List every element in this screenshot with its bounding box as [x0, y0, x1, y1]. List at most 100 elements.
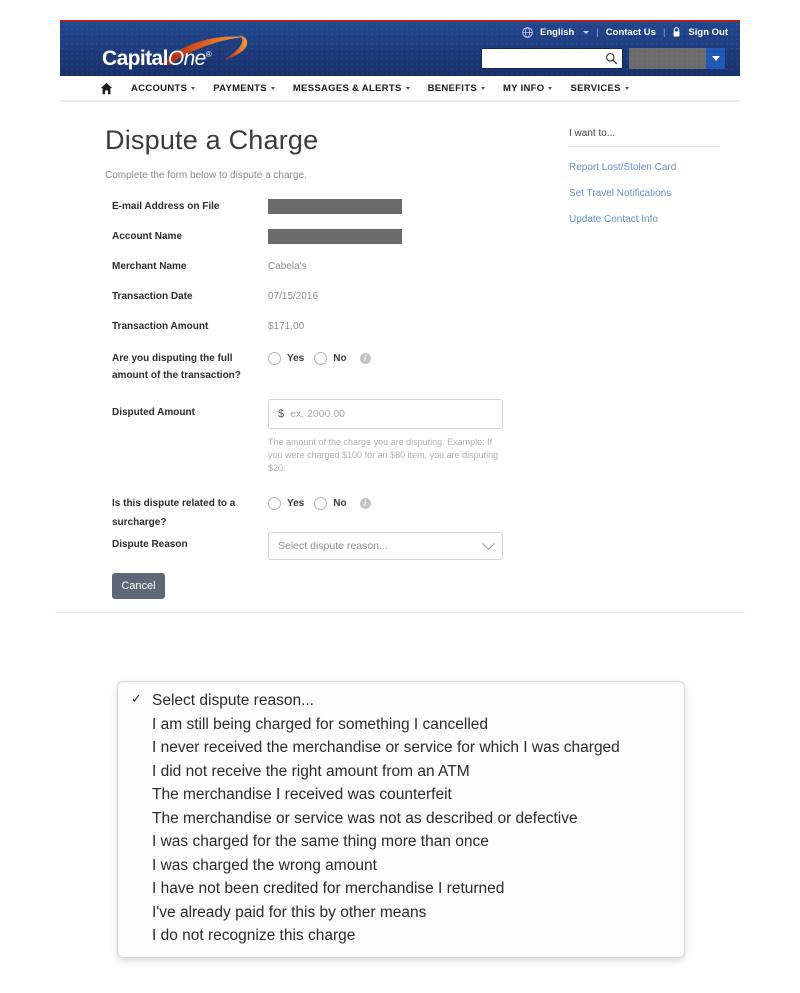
search-box[interactable] [481, 48, 623, 69]
chevron-down-icon [548, 86, 553, 90]
nav-item-label: MESSAGES & ALERTS [292, 82, 402, 94]
lock-icon [673, 27, 680, 37]
disputed-amount-help-text: The amount of the charge you are disputi… [268, 437, 499, 474]
search-icon[interactable] [605, 52, 618, 65]
surcharge-radio-yes[interactable] [268, 497, 281, 510]
dropdown-option-label: I never received the merchandise or serv… [152, 739, 620, 757]
transaction-date-value: 07/15/2016 [268, 291, 319, 302]
full-amount-yes-label: Yes [287, 353, 305, 364]
disputed-amount-input[interactable] [288, 407, 493, 421]
dropdown-option-label: Select dispute reason... [152, 692, 314, 709]
dropdown-option-4[interactable]: The merchandise I received was counterfe… [118, 783, 684, 807]
nav-item-label: MY INFO [502, 82, 545, 94]
dropdown-option-5[interactable]: The merchandise or service was not as de… [118, 807, 684, 831]
dropdown-option-label: The merchandise or service was not as de… [152, 809, 578, 827]
checkmark-icon: ✓ [131, 691, 142, 706]
account-selector-chevron-down-icon[interactable] [706, 48, 725, 69]
surcharge-label: Is this dispute related to a surcharge? [112, 498, 236, 528]
dropdown-option-label: I was charged the wrong amount [152, 856, 377, 874]
form-row-full-amount: Are you disputing the full amount of the… [60, 349, 740, 399]
form-row-surcharge: Is this dispute related to a surcharge? … [60, 494, 740, 532]
nav-item-label: BENEFITS [427, 82, 477, 94]
main-navigation: ACCOUNTS PAYMENTS MESSAGES & ALERTS BENE… [60, 76, 740, 102]
chevron-down-icon [191, 86, 196, 90]
capital-one-logo[interactable]: CapitalOne® [102, 34, 252, 72]
dispute-reason-label: Dispute Reason [112, 539, 188, 550]
disputed-amount-group: $ The amount of the charge you are dispu… [268, 399, 508, 475]
dropdown-option-1[interactable]: I am still being charged for something I… [118, 713, 684, 737]
full-amount-no-label: No [333, 353, 347, 364]
dropdown-option-label: I am still being charged for something I… [152, 715, 489, 733]
dropdown-option-label: The merchandise I received was counterfe… [152, 786, 452, 804]
full-amount-radio-no[interactable] [314, 352, 328, 365]
account-selector-value [629, 48, 706, 69]
separator-1: | [596, 27, 599, 38]
form-row-transaction-date: Transaction Date 07/15/2016 [60, 287, 740, 317]
form-row-transaction-amount: Transaction Amount $171.00 [60, 317, 740, 349]
link-report-lost-stolen-card[interactable]: Report Lost/Stolen Card [569, 162, 719, 173]
nav-item-label: SERVICES [570, 82, 621, 94]
surcharge-radio-no[interactable] [314, 497, 328, 510]
logo-text-capital: Capital [102, 47, 168, 70]
chevron-down-icon [624, 86, 629, 90]
cancel-button[interactable]: Cancel [112, 573, 165, 599]
transaction-date-label: Transaction Date [112, 291, 193, 302]
i-want-to-title: I want to... [569, 128, 719, 147]
dropdown-option-7[interactable]: I was charged the wrong amount [118, 854, 684, 878]
dropdown-option-label: I do not recognize this charge [152, 927, 356, 945]
surcharge-radio-group: Yes No i [268, 494, 371, 510]
email-label: E-mail Address on File [112, 201, 220, 212]
dropdown-option-8[interactable]: I have not been credited for merchandise… [118, 877, 684, 901]
form-row-account-name: Account Name [60, 227, 740, 257]
nav-item-my-info[interactable]: MY INFO [503, 83, 553, 94]
contact-us-link[interactable]: Contact Us [606, 27, 656, 38]
dispute-form: E-mail Address on File Account Name Merc… [60, 197, 740, 572]
separator-2: | [662, 27, 666, 38]
logo-text-one: One [167, 47, 207, 70]
header-utility-bar: English | Contact Us | Sign Out [522, 27, 728, 38]
dispute-reason-select[interactable]: Select dispute reason... [268, 532, 503, 560]
dropdown-option-label: I've already paid for this by other mean… [152, 903, 427, 921]
language-selector[interactable]: English [540, 27, 574, 38]
chevron-down-icon [270, 86, 275, 90]
logo-registered-mark: ® [205, 50, 212, 59]
nav-item-label: ACCOUNTS [131, 82, 188, 94]
disputed-amount-field[interactable]: $ [268, 399, 503, 429]
page-title: Dispute a Charge [105, 125, 319, 155]
page-frame: CapitalOne® English | Contact Us | Sign … [0, 0, 800, 993]
form-row-dispute-reason: Dispute Reason Select dispute reason... [60, 532, 740, 572]
disputed-amount-label: Disputed Amount [112, 407, 195, 418]
surcharge-no-label: No [333, 498, 347, 509]
nav-item-benefits[interactable]: BENEFITS [428, 83, 485, 94]
full-amount-radio-yes[interactable] [268, 352, 281, 365]
dropdown-option-3[interactable]: I did not receive the right amount from … [118, 760, 684, 784]
dropdown-option-label: I was charged for the same thing more th… [152, 833, 489, 851]
full-amount-label: Are you disputing the full amount of the… [112, 353, 241, 381]
merchant-value: Cabela's [268, 261, 307, 272]
info-icon[interactable]: i [359, 498, 371, 509]
search-input[interactable] [482, 49, 622, 68]
info-icon[interactable]: i [359, 353, 371, 364]
page-subtitle: Complete the form below to dispute a cha… [105, 170, 307, 181]
form-row-disputed-amount: Disputed Amount $ The amount of the char… [60, 399, 740, 494]
form-row-merchant: Merchant Name Cabela's [60, 257, 740, 287]
sign-out-link[interactable]: Sign Out [688, 27, 728, 38]
globe-icon [522, 27, 533, 38]
dropdown-option-2[interactable]: I never received the merchandise or serv… [118, 736, 684, 760]
form-row-email: E-mail Address on File [60, 197, 740, 227]
chevron-down-icon[interactable] [583, 31, 590, 34]
dropdown-option-9[interactable]: I've already paid for this by other mean… [118, 901, 684, 925]
nav-item-accounts[interactable]: ACCOUNTS [131, 82, 196, 94]
nav-item-messages-alerts[interactable]: MESSAGES & ALERTS [293, 83, 410, 94]
surcharge-yes-label: Yes [287, 498, 305, 509]
nav-item-services[interactable]: SERVICES [570, 82, 629, 94]
transaction-amount-label: Transaction Amount [112, 321, 209, 332]
dropdown-option-10[interactable]: I do not recognize this charge [118, 924, 684, 948]
transaction-amount-value: $171.00 [268, 321, 305, 332]
home-icon[interactable] [100, 82, 113, 95]
nav-item-payments[interactable]: PAYMENTS [213, 83, 275, 94]
dispute-reason-selected-value: Select dispute reason... [278, 540, 388, 552]
dropdown-option-6[interactable]: I was charged for the same thing more th… [118, 830, 684, 854]
dropdown-option-0[interactable]: ✓ Select dispute reason... [118, 689, 684, 713]
account-selector[interactable] [629, 48, 725, 69]
